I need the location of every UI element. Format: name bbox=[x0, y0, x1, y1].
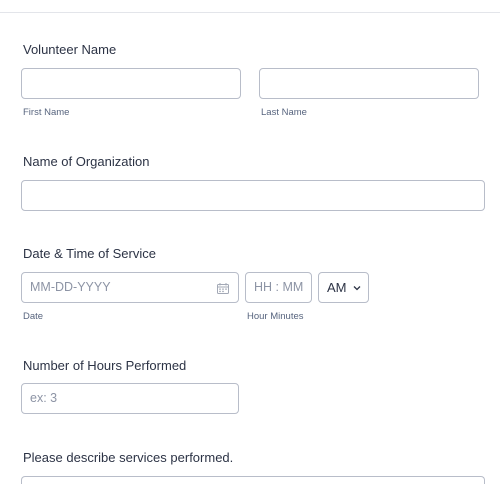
organization-input[interactable] bbox=[21, 180, 485, 211]
time-placeholder: HH : MM bbox=[254, 280, 304, 294]
date-sublabel: Date bbox=[23, 311, 44, 322]
ampm-select[interactable]: AM bbox=[318, 272, 369, 303]
time-input[interactable]: HH : MM bbox=[245, 272, 312, 303]
services-textarea[interactable] bbox=[21, 476, 485, 484]
hours-placeholder: ex: 3 bbox=[30, 391, 58, 405]
time-sublabel: Hour Minutes bbox=[247, 311, 304, 322]
volunteer-name-label: Volunteer Name bbox=[23, 42, 117, 57]
services-label: Please describe services performed. bbox=[23, 450, 234, 465]
last-name-sublabel: Last Name bbox=[261, 107, 307, 118]
ampm-value: AM bbox=[327, 280, 347, 295]
chevron-down-icon bbox=[353, 285, 360, 290]
service-datetime-label: Date & Time of Service bbox=[23, 246, 156, 261]
first-name-input[interactable] bbox=[21, 68, 241, 99]
last-name-input[interactable] bbox=[259, 68, 479, 99]
top-divider bbox=[0, 12, 500, 13]
calendar-icon[interactable] bbox=[217, 283, 229, 294]
first-name-sublabel: First Name bbox=[23, 107, 70, 118]
date-placeholder: MM-DD-YYYY bbox=[30, 280, 111, 294]
organization-label: Name of Organization bbox=[23, 154, 150, 169]
hours-label: Number of Hours Performed bbox=[23, 358, 187, 373]
date-input[interactable]: MM-DD-YYYY bbox=[21, 272, 239, 303]
hours-input[interactable]: ex: 3 bbox=[21, 383, 239, 414]
